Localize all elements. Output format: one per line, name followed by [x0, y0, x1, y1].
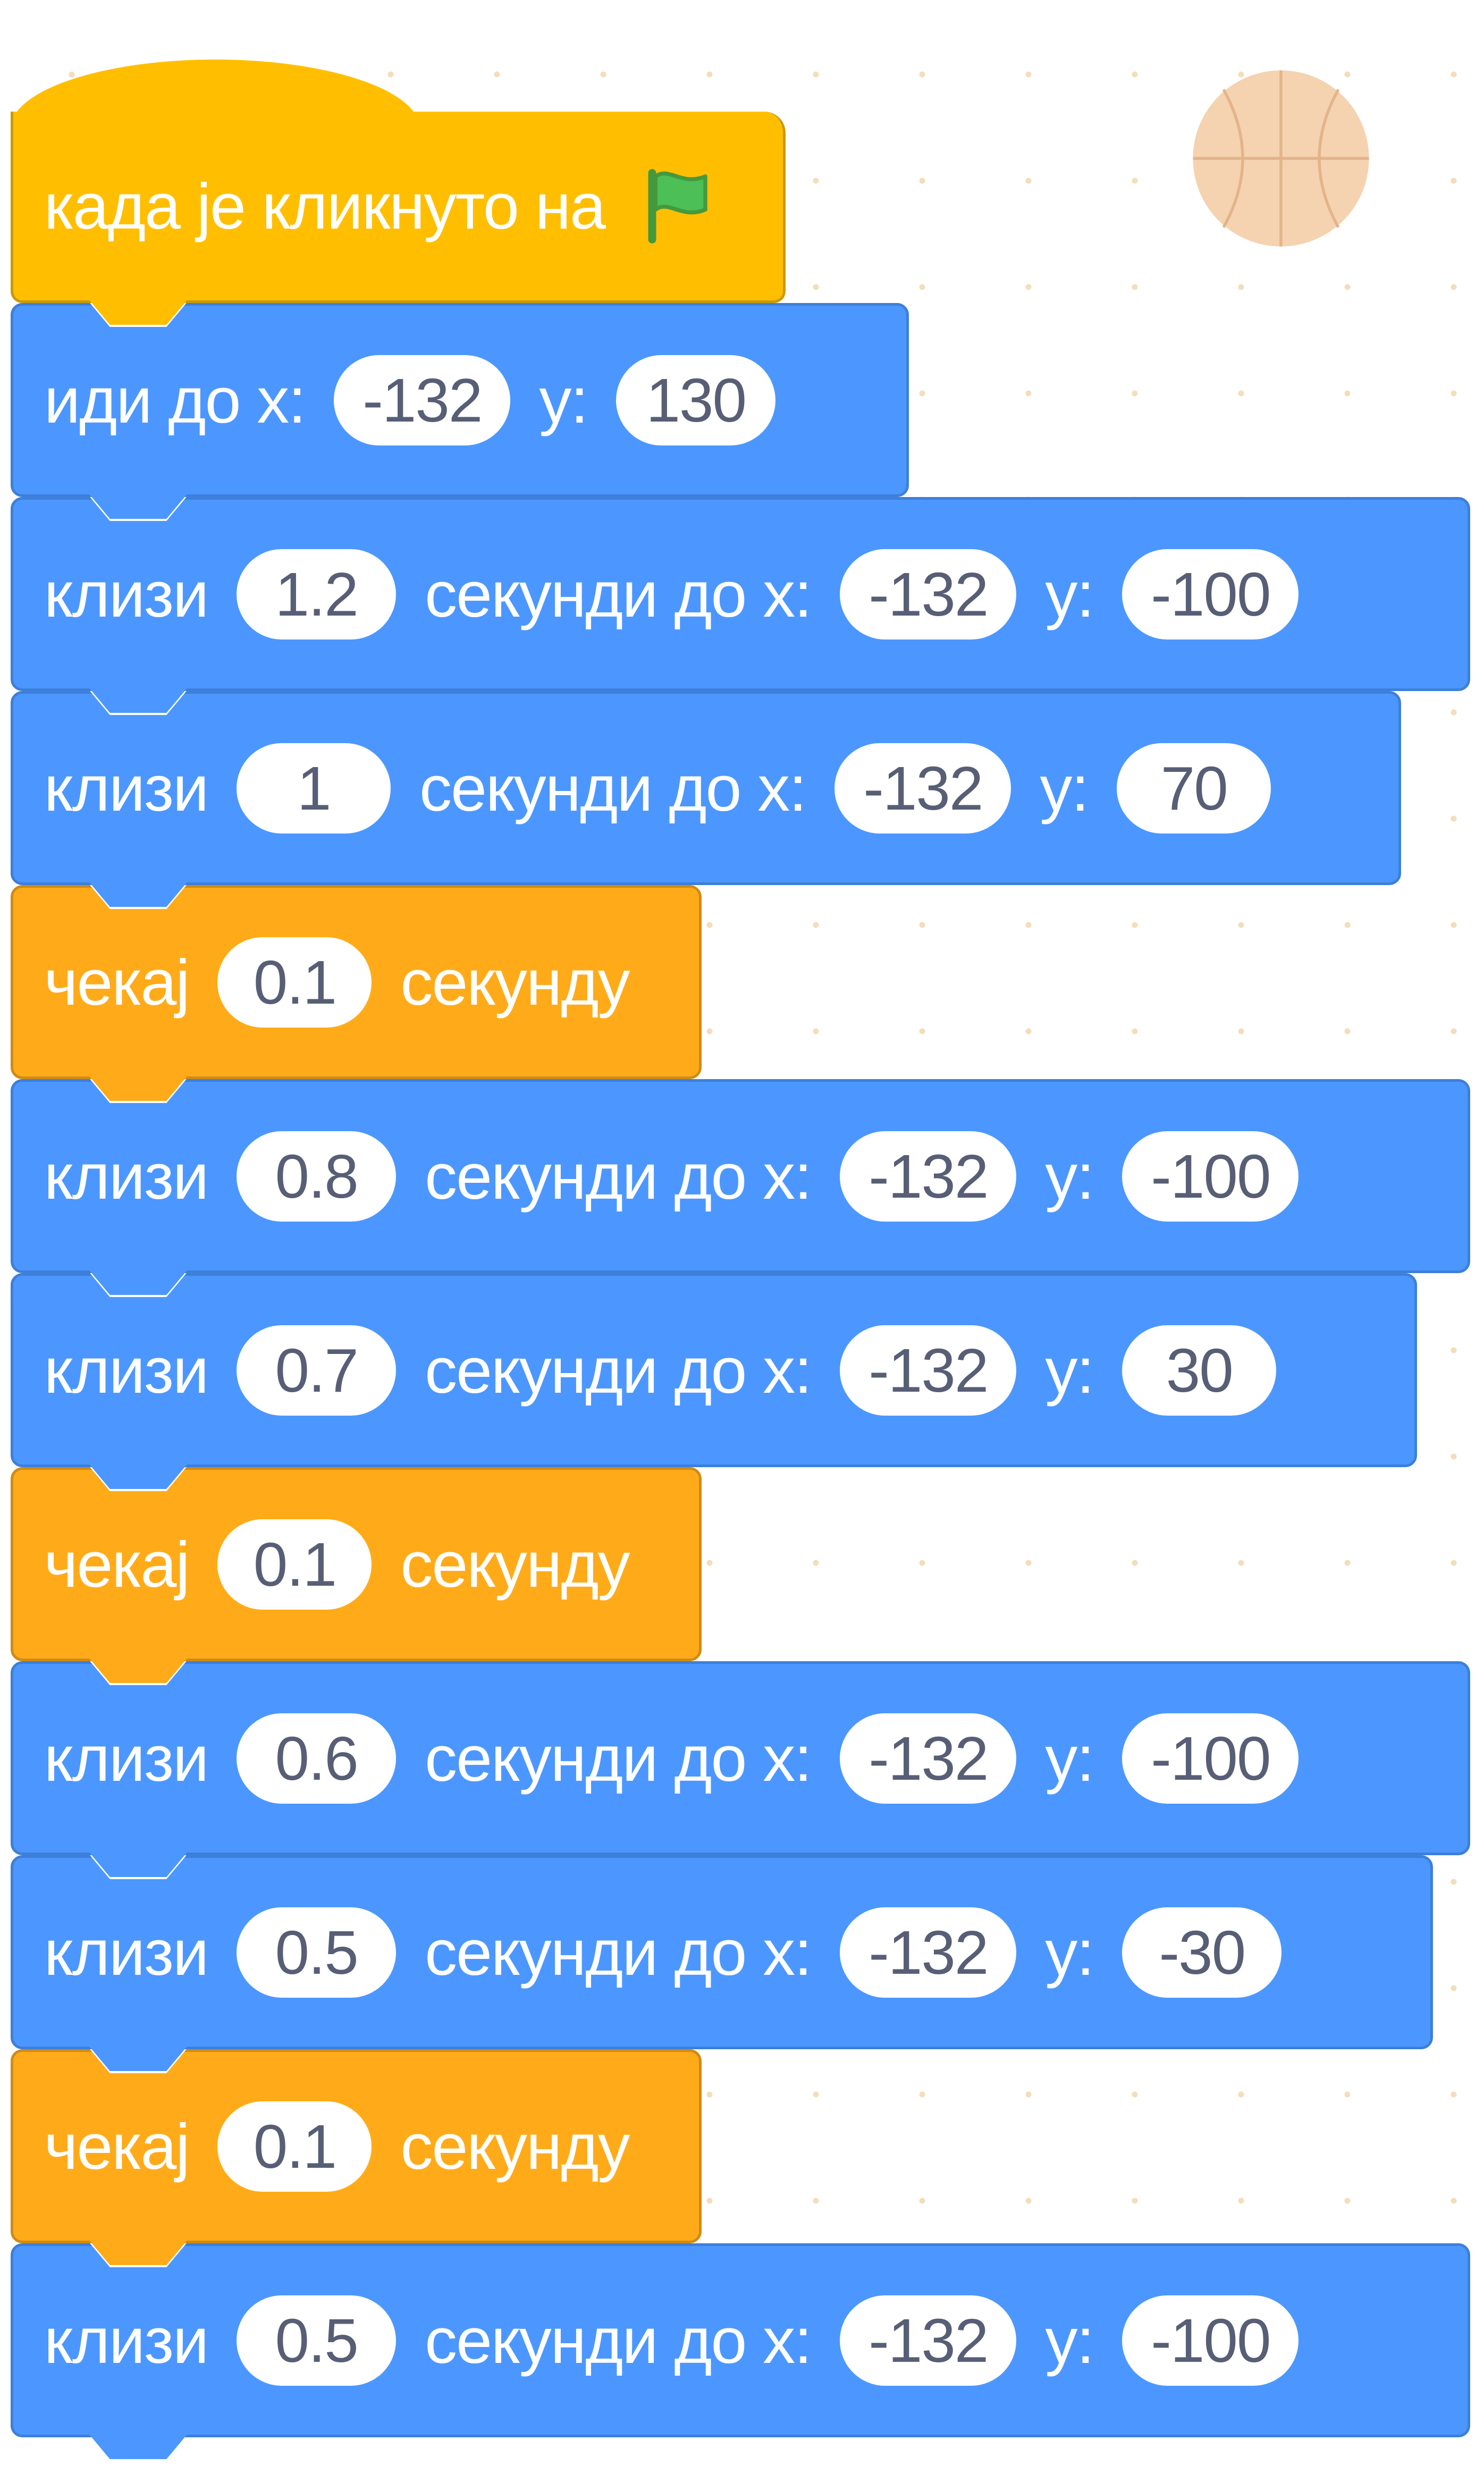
y-input[interactable]: 130 [616, 355, 776, 445]
wait-label: чекај [44, 2110, 190, 2183]
x-input[interactable]: -132 [334, 355, 511, 445]
glide-block[interactable]: клизи 1 секунди до x: -132 y: 70 [11, 688, 1401, 907]
glide-block[interactable]: клизи 0.6 секунди до x: -132 y: -100 [11, 1659, 1470, 1877]
x-input[interactable]: -132 [840, 1713, 1017, 1804]
seconds-input[interactable]: 0.1 [217, 1519, 372, 1610]
y-input[interactable]: 70 [1117, 743, 1271, 834]
seconds-to-x-label: секунди до x: [425, 1722, 812, 1795]
wait-unit-label: секунду [400, 2110, 630, 2183]
seconds-input[interactable]: 0.5 [237, 1907, 397, 1998]
wait-label: чекај [44, 946, 190, 1019]
x-input[interactable]: -132 [834, 743, 1011, 834]
y-label: y: [1045, 558, 1094, 630]
hat-label: када је кликнуто на [44, 170, 606, 242]
wait-block[interactable]: чекај 0.1 секунду [11, 1465, 702, 1683]
wait-unit-label: секунду [400, 1528, 630, 1601]
wait-block[interactable]: чекај 0.1 секунду [11, 882, 702, 1101]
y-input[interactable]: 30 [1122, 1325, 1277, 1416]
y-label: y: [1045, 1334, 1094, 1407]
when-flag-clicked-block[interactable]: када је кликнуто на [11, 112, 786, 325]
go-to-xy-block[interactable]: иди до x: -132 y: 130 [11, 300, 909, 519]
block-connector [88, 2433, 189, 2459]
glide-label: клизи [44, 1334, 209, 1407]
seconds-input[interactable]: 1.2 [237, 549, 397, 639]
y-input[interactable]: -30 [1122, 1907, 1282, 1998]
glide-block[interactable]: клизи 0.7 секунди до x: -132 y: 30 [11, 1270, 1417, 1489]
glide-block[interactable]: клизи 1.2 секунди до x: -132 y: -100 [11, 494, 1470, 713]
seconds-input[interactable]: 0.1 [217, 2101, 372, 2192]
x-input[interactable]: -132 [840, 549, 1017, 639]
wait-block[interactable]: чекај 0.1 секунду [11, 2047, 702, 2265]
y-input[interactable]: -100 [1122, 1713, 1299, 1804]
seconds-to-x-label: секунди до x: [425, 558, 812, 630]
y-input[interactable]: -100 [1122, 549, 1299, 639]
y-input[interactable]: -100 [1122, 1131, 1299, 1222]
y-label: y: [1045, 2304, 1094, 2377]
green-flag-icon [639, 166, 719, 246]
goto-label-y: y: [539, 364, 588, 436]
y-input[interactable]: -100 [1122, 2295, 1299, 2386]
glide-label: клизи [44, 558, 209, 630]
seconds-to-x-label: секунди до x: [425, 1334, 812, 1407]
y-label: y: [1045, 1916, 1094, 1989]
x-input[interactable]: -132 [840, 1907, 1017, 1998]
glide-label: клизи [44, 1916, 209, 1989]
goto-label-x: иди до x: [44, 364, 306, 436]
basketball-sprite-icon[interactable] [1185, 63, 1377, 254]
glide-block[interactable]: клизи 0.5 секунди до x: -132 y: -100 [11, 2241, 1470, 2459]
seconds-to-x-label: секунди до x: [419, 752, 807, 824]
wait-label: чекај [44, 1528, 190, 1601]
glide-label: клизи [44, 752, 209, 824]
glide-block[interactable]: клизи 0.8 секунди до x: -132 y: -100 [11, 1076, 1470, 1295]
seconds-input[interactable]: 1 [237, 743, 391, 834]
glide-block[interactable]: клизи 0.5 секунди до x: -132 y: -30 [11, 1853, 1433, 2071]
y-label: y: [1045, 1722, 1094, 1795]
x-input[interactable]: -132 [840, 1131, 1017, 1222]
seconds-input[interactable]: 0.1 [217, 937, 372, 1028]
seconds-input[interactable]: 0.7 [237, 1325, 397, 1416]
glide-label: клизи [44, 1722, 209, 1795]
script-area: када је кликнуто на иди до x: -132 y: 13… [0, 0, 1484, 2474]
y-label: y: [1045, 1140, 1094, 1213]
wait-unit-label: секунду [400, 946, 630, 1019]
glide-label: клизи [44, 1140, 209, 1213]
x-input[interactable]: -132 [840, 1325, 1017, 1416]
seconds-input[interactable]: 0.8 [237, 1131, 397, 1222]
x-input[interactable]: -132 [840, 2295, 1017, 2386]
seconds-to-x-label: секунди до x: [425, 1916, 812, 1989]
seconds-input[interactable]: 0.5 [237, 2295, 397, 2386]
seconds-to-x-label: секунди до x: [425, 2304, 812, 2377]
y-label: y: [1040, 752, 1089, 824]
seconds-to-x-label: секунди до x: [425, 1140, 812, 1213]
glide-label: клизи [44, 2304, 209, 2377]
seconds-input[interactable]: 0.6 [237, 1713, 397, 1804]
